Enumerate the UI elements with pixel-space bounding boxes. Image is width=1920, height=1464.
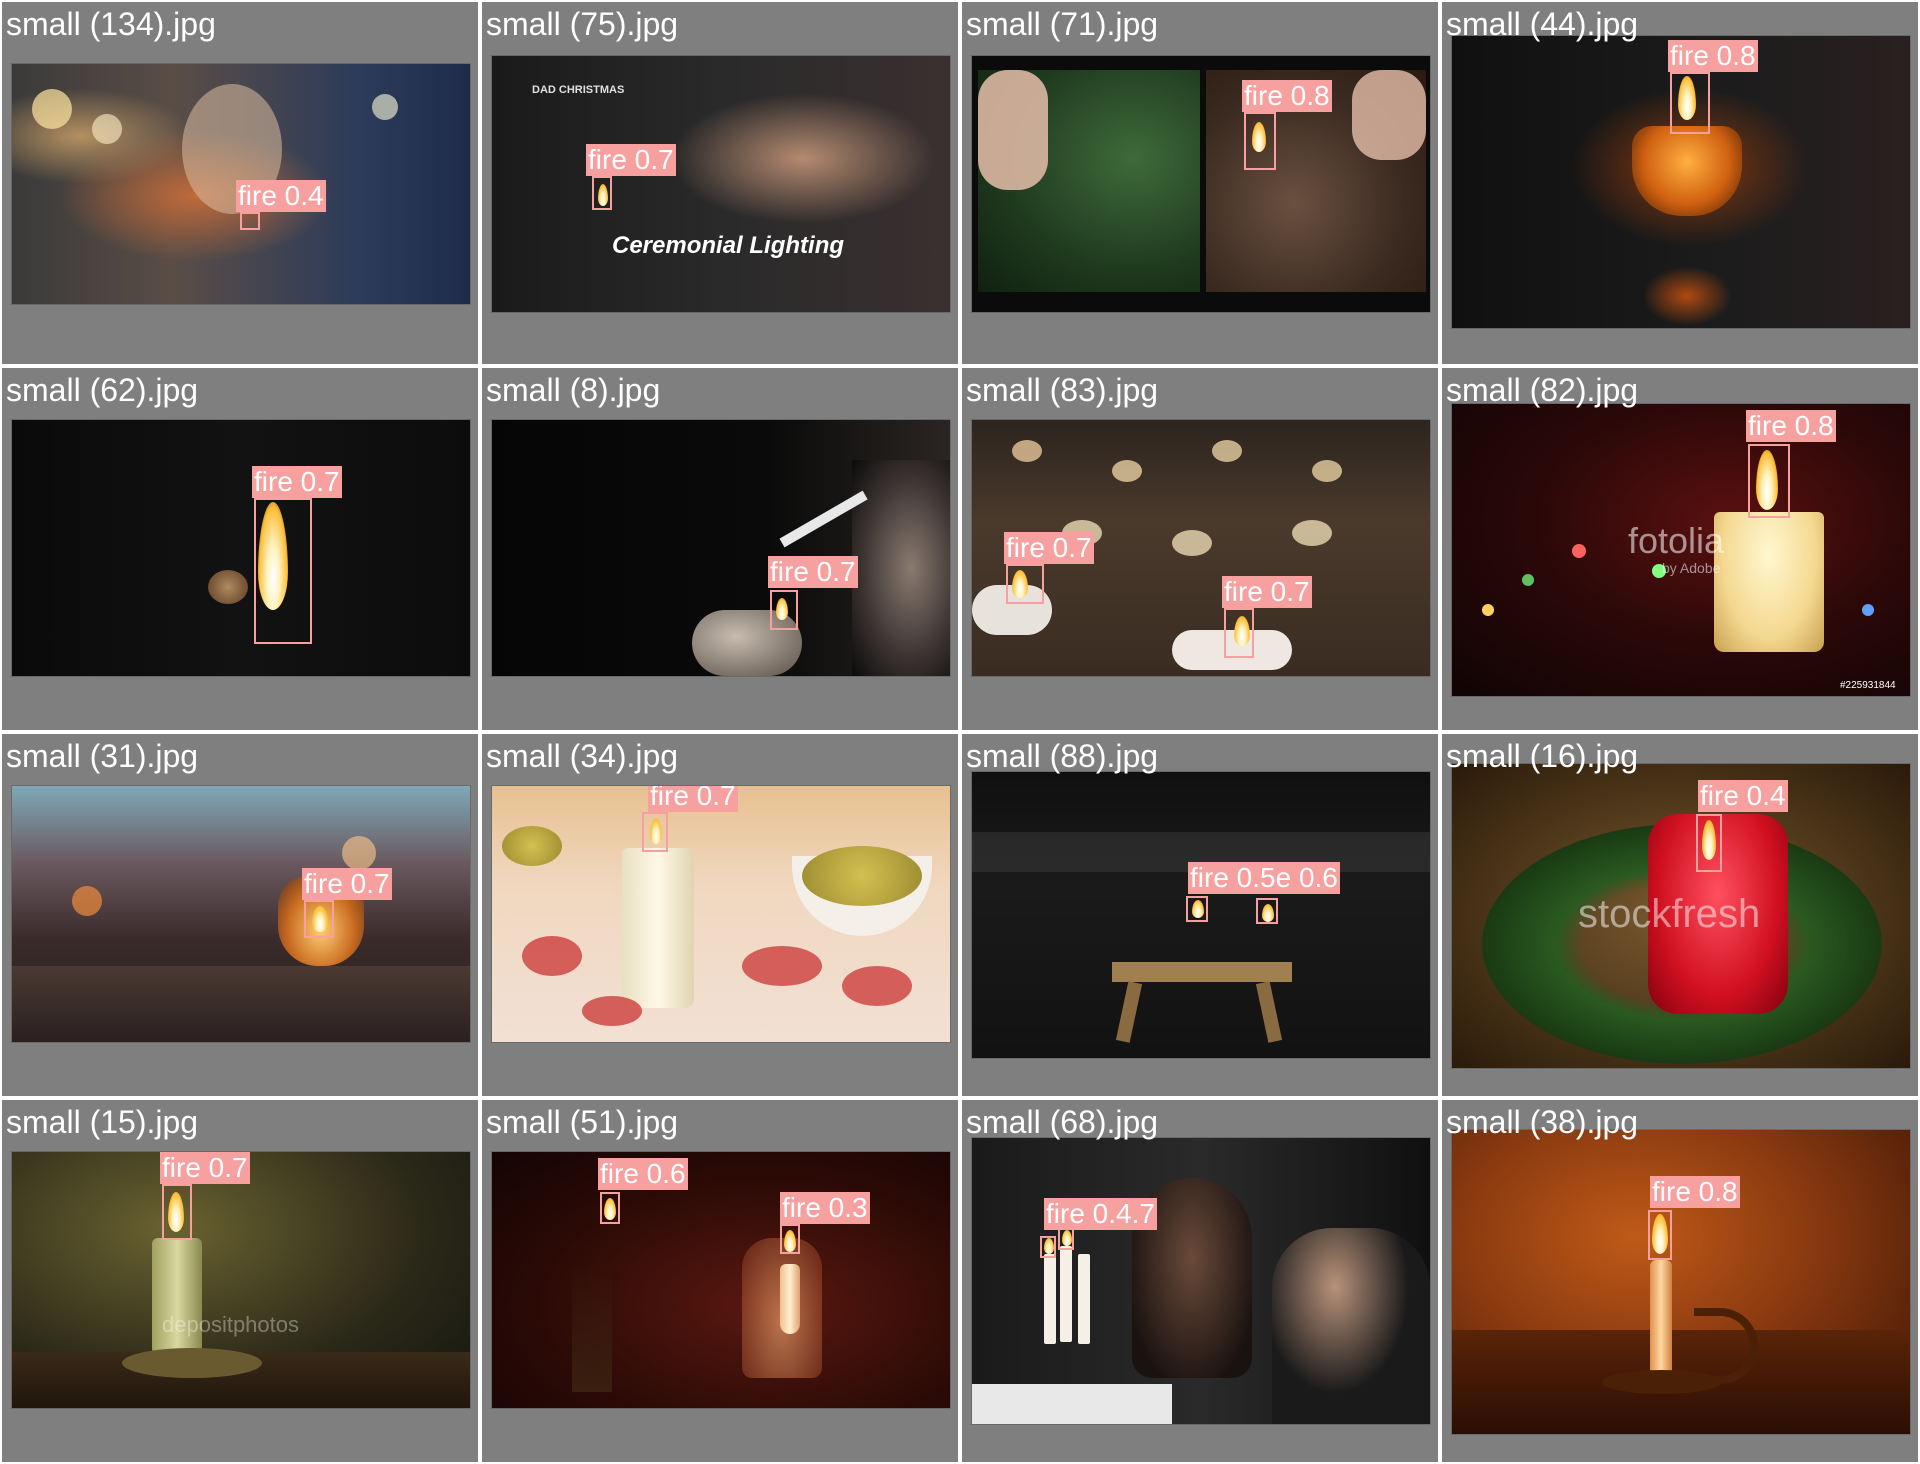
result-cell[interactable]: small (82).jpg fotolia by Adobe #2259318… [1440,366,1920,732]
watermark: fotolia [1628,520,1725,561]
result-cell[interactable]: small (16).jpg stockfresh fire 0.4 [1440,732,1920,1098]
result-image: fire 0.7 fire 0.7 [972,420,1430,676]
result-cell[interactable]: small (83).jpg fire 0.7 fire 0.7 [960,366,1440,732]
result-image: DAD CHRISTMAS Ceremonial Lighting fire 0… [492,56,950,312]
result-image: fire 0.7 [12,420,470,676]
result-image: depositphotos fire 0.7 [12,1152,470,1408]
detection-box [770,590,798,630]
file-name: small (88).jpg [966,738,1159,774]
overlay-title: Ceremonial Lighting [612,232,845,259]
detection-label: fire 0.7 [252,466,342,498]
detection-label: fire 0.7 [768,556,858,588]
file-name: small (71).jpg [966,6,1159,42]
file-name: small (82).jpg [1446,372,1639,408]
result-image: fire 0.4.7 [972,1138,1430,1424]
detection-label: fire 0.4 [236,180,326,212]
result-image: fire 0.7 [492,786,950,1042]
result-cell[interactable]: small (62).jpg fire 0.7 [0,366,480,732]
overlay-logo: DAD CHRISTMAS [532,84,625,96]
detection-box [304,900,334,938]
detection-box [1696,814,1722,872]
file-name: small (15).jpg [6,1104,199,1140]
detection-box [592,176,612,210]
detection-box [1256,898,1278,924]
file-name: small (44).jpg [1446,6,1639,42]
file-name: small (34).jpg [486,738,679,774]
detection-label: fire 0.8 [1650,1176,1740,1208]
detection-label: fire 0.8 [1746,410,1836,442]
file-name: small (83).jpg [966,372,1159,408]
detection-box [254,498,312,644]
detection-label: fire 0.8 [1242,80,1332,112]
detection-box [1244,112,1276,170]
detection-label: fire 0.7 [586,144,676,176]
result-cell[interactable]: small (134).jpg fire 0.4 [0,0,480,366]
detection-box [1748,444,1790,518]
result-cell[interactable]: small (75).jpg DAD CHRISTMAS Ceremonial … [480,0,960,366]
result-image: fire 0.8 [1452,1130,1910,1434]
detection-label: fire 0.7 [160,1152,250,1184]
result-cell[interactable]: small (38).jpg fire 0.8 [1440,1098,1920,1464]
detection-box [780,1224,800,1254]
result-cell[interactable]: small (51).jpg fire 0.6 fire 0.3 [480,1098,960,1464]
detection-box [1006,564,1044,604]
result-cell[interactable]: small (34).jpg fire 0.7 [480,732,960,1098]
result-cell[interactable]: small (8).jpg fire 0.7 [480,366,960,732]
file-name: small (8).jpg [486,372,661,408]
file-name: small (68).jpg [966,1104,1159,1140]
result-image: stockfresh fire 0.4 [1452,764,1910,1068]
detection-box [1058,1228,1074,1250]
detection-label: fire 0.4.7 [1044,1198,1157,1230]
detection-box [240,212,260,230]
file-name: small (16).jpg [1446,738,1639,774]
file-name: small (31).jpg [6,738,199,774]
detection-label: fire 0.7 [302,868,392,900]
file-name: small (75).jpg [486,6,679,42]
result-image: fire 0.7 [12,786,470,1042]
result-image: fire 0.6 fire 0.3 [492,1152,950,1408]
result-image: fire 0.4 [12,64,470,304]
detection-label: fire 0.6 [598,1158,688,1190]
result-cell[interactable]: small (88).jpg fire 0.5e 0.6 [960,732,1440,1098]
result-image: fire 0.7 [492,420,950,676]
result-image: fire 0.5e 0.6 [972,772,1430,1058]
detection-label: fire 0.7 [648,786,738,812]
watermark-sub: by Adobe [1662,560,1721,576]
image-id: #225931844 [1840,680,1896,691]
detection-box [600,1192,620,1224]
file-name: small (38).jpg [1446,1104,1639,1140]
result-image: fire 0.8 [972,56,1430,312]
detection-box [1186,896,1208,922]
detection-box [1224,608,1254,658]
result-cell[interactable]: small (71).jpg fire 0.8 [960,0,1440,366]
watermark: depositphotos [162,1312,299,1337]
detection-label: fire 0.5e 0.6 [1188,862,1340,894]
detection-label: fire 0.8 [1668,40,1758,72]
file-name: small (51).jpg [486,1104,679,1140]
detection-label: fire 0.4 [1698,780,1788,812]
watermark: stockfresh [1578,892,1761,936]
file-name: small (134).jpg [6,6,216,42]
detection-box [162,1184,192,1240]
result-image: fotolia by Adobe #225931844 fire 0.8 [1452,404,1910,696]
result-image: fire 0.8 [1452,36,1910,328]
detection-box [1040,1236,1056,1258]
results-grid: small (134).jpg fire 0.4 small (75).jpg … [0,0,1920,1464]
detection-label: fire 0.7 [1222,576,1312,608]
result-cell[interactable]: small (15).jpg depositphotos fire 0.7 [0,1098,480,1464]
detection-box [1670,72,1710,134]
result-cell[interactable]: small (31).jpg fire 0.7 [0,732,480,1098]
result-cell[interactable]: small (68).jpg fire 0.4.7 [960,1098,1440,1464]
detection-label: fire 0.3 [780,1192,870,1224]
detection-label: fire 0.7 [1004,532,1094,564]
detection-box [642,812,668,852]
file-name: small (62).jpg [6,372,199,408]
detection-box [1648,1210,1672,1260]
result-cell[interactable]: small (44).jpg fire 0.8 [1440,0,1920,366]
